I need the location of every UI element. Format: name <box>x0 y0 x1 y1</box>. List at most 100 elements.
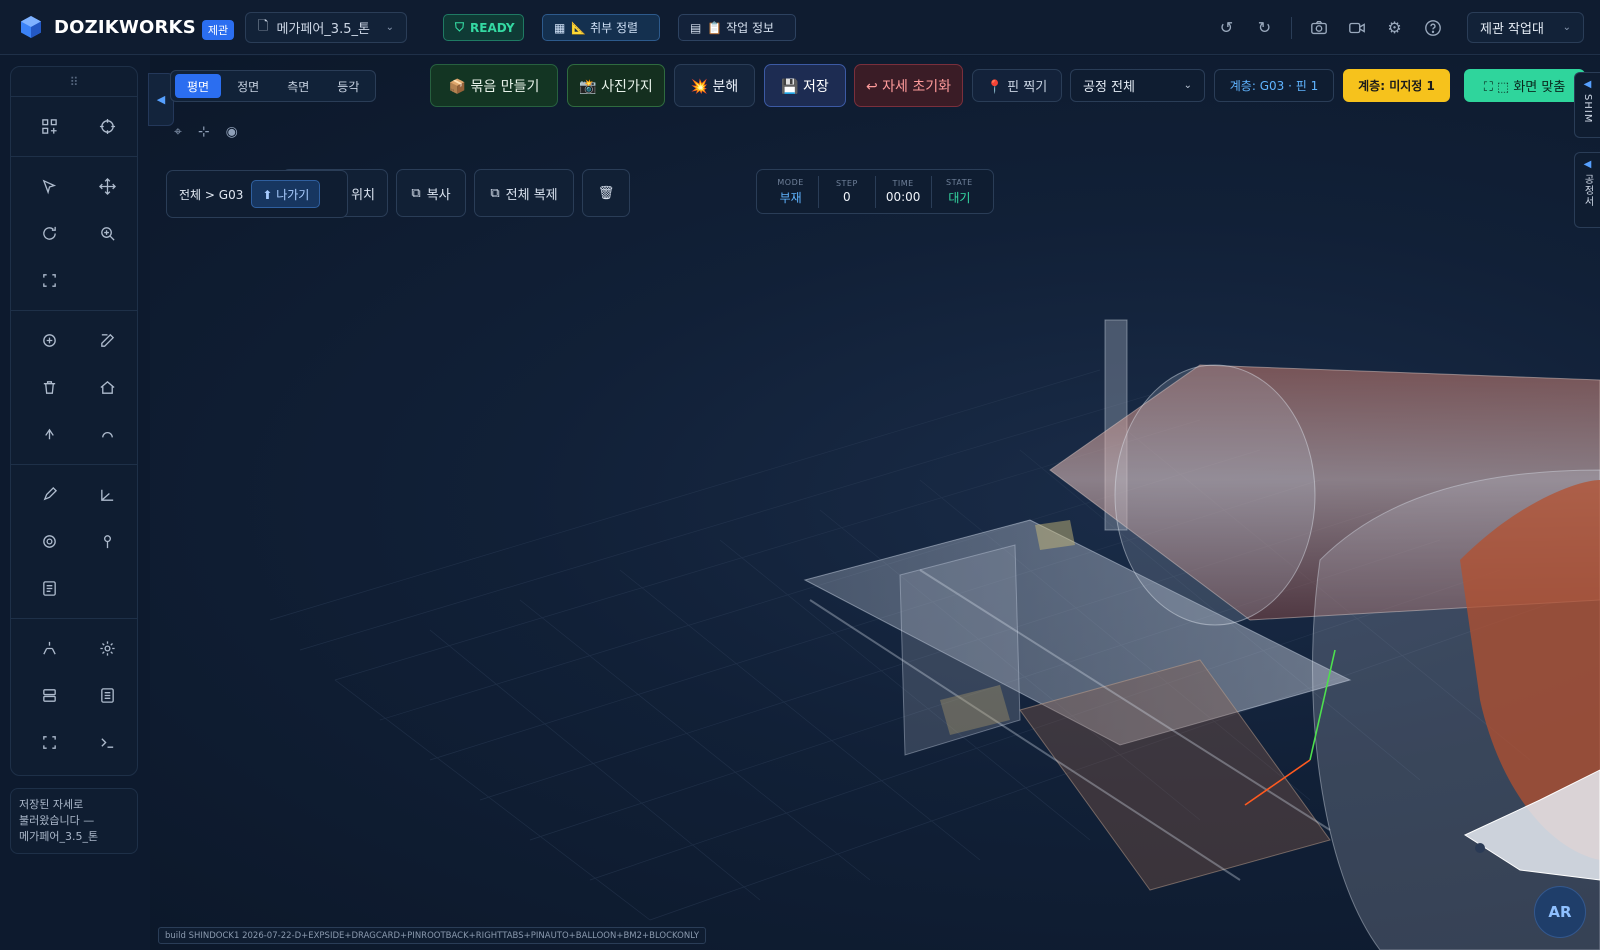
ar-button[interactable]: AR <box>1534 886 1586 938</box>
rotate-icon[interactable] <box>25 210 73 257</box>
add-circle-icon[interactable] <box>25 317 73 364</box>
zoom-icon[interactable] <box>83 210 131 257</box>
undo-icon[interactable]: ↺ <box>1215 16 1238 39</box>
snap-icon[interactable]: ⌖ <box>174 124 182 140</box>
move-icon[interactable] <box>83 163 131 210</box>
undefined-layer-badge[interactable]: 계층: 미지정 1 <box>1343 69 1450 102</box>
tab-shim[interactable]: ◀ SHIM <box>1574 72 1600 138</box>
crosshair-icon[interactable] <box>83 103 131 150</box>
status-line: 저장된 자세로 <box>19 798 84 811</box>
explode-button[interactable]: 💥 분해 <box>674 64 755 107</box>
drag-handle-icon[interactable]: ⠿ <box>11 67 137 97</box>
redo-icon[interactable]: ↻ <box>1253 16 1276 39</box>
file-select[interactable]: 🗋 메가페어_3.5_톤 ⌄ <box>245 12 407 43</box>
fullscreen-icon[interactable] <box>25 719 73 766</box>
tab-process-sheet[interactable]: ◀ 공정서 <box>1574 152 1600 228</box>
select-arrow-icon[interactable] <box>25 163 73 210</box>
camera-icon[interactable] <box>1307 16 1330 39</box>
copy-button[interactable]: ⧉ 복사 <box>396 169 466 217</box>
arrow-up-fork-icon[interactable] <box>25 411 73 458</box>
make-group-button[interactable]: 📦 묶음 만들기 <box>430 64 558 107</box>
hud-label: STATE <box>946 177 973 187</box>
view-mini-toolbar: ⌖ ⊹ ◉ <box>174 124 238 140</box>
frame-icon[interactable] <box>25 257 73 304</box>
server-icon[interactable] <box>25 672 73 719</box>
brand-badge: 제관 <box>201 19 235 40</box>
hud-value: 0 <box>843 190 851 204</box>
exit-group-button[interactable]: ⬆ 나가기 <box>251 180 321 208</box>
process-sheet-label: 공정서 <box>1582 174 1593 207</box>
copy-label: 복사 <box>426 187 451 203</box>
process-select-value: 공정 전체 <box>1083 80 1135 95</box>
shim-label: SHIM <box>1582 94 1593 124</box>
hud-time: TIME 00:00 <box>876 175 932 208</box>
hud-value: 00:00 <box>885 190 921 204</box>
ready-label: READY <box>470 20 515 35</box>
settings-gear-icon[interactable] <box>83 625 131 672</box>
status-hud: MODE 부재 STEP 0 TIME 00:00 STATE 대기 <box>756 169 994 214</box>
divider <box>1291 16 1292 39</box>
tool-group-edit <box>11 311 137 465</box>
add-grid-icon[interactable] <box>25 103 73 150</box>
layer-badge[interactable]: 계층: G03 · 핀 1 <box>1214 69 1334 102</box>
note-icon[interactable] <box>25 565 73 612</box>
pencil-icon[interactable] <box>25 471 73 518</box>
hud-label: STEP <box>835 179 858 188</box>
tab-front[interactable]: 정면 <box>225 74 271 98</box>
process-select[interactable]: 공정 전체 ⌄ <box>1070 69 1205 102</box>
tab-side[interactable]: 측면 <box>275 74 321 98</box>
pivot-icon[interactable]: ⊹ <box>198 124 210 140</box>
position-label: 위치 <box>351 187 375 203</box>
chevron-down-icon: ⌄ <box>1183 80 1192 91</box>
duplicate-all-button[interactable]: ⧉ 전체 복제 <box>474 169 574 217</box>
build-info: build SHINDOCK1 2026-07-22-D+EXPSIDE+DRA… <box>158 927 707 944</box>
pin-icon[interactable] <box>83 518 131 565</box>
tool-group-transform <box>11 157 137 311</box>
breadcrumb-path[interactable]: 전체 > G03 <box>179 186 243 203</box>
home-icon[interactable] <box>83 364 131 411</box>
chevron-left-icon: ◀ <box>156 93 166 106</box>
save-button[interactable]: 💾 저장 <box>764 64 846 107</box>
photo-button[interactable]: 📸 사진가지 <box>567 64 665 107</box>
delete-button[interactable]: 🗑 <box>582 169 630 217</box>
status-line: 불러왔습니다 — <box>19 814 95 827</box>
brand-logo[interactable]: DOZIKWORKS 제관 <box>18 14 235 40</box>
shield-icon: ⛉ <box>455 20 465 34</box>
hud-label: MODE <box>777 177 804 187</box>
edit-icon[interactable] <box>83 317 131 364</box>
workstation-select[interactable]: 제관 작업대 ⌄ <box>1467 12 1584 43</box>
tab-iso[interactable]: 등각 <box>325 74 371 98</box>
ready-badge: ⛉ READY <box>443 14 524 41</box>
trash-icon[interactable] <box>25 364 73 411</box>
duplicate-all-label: 전체 복제 <box>505 187 558 203</box>
arc-icon[interactable] <box>83 411 131 458</box>
copy-icon: ⧉ <box>490 185 500 201</box>
tool-group-system <box>11 619 137 772</box>
reset-pose-button[interactable]: ↩ 자세 초기화 <box>854 64 963 107</box>
hud-value: 부재 <box>779 190 802 205</box>
help-icon[interactable] <box>1421 16 1444 39</box>
list-icon[interactable] <box>83 672 131 719</box>
tool-group-measure <box>11 465 137 619</box>
align-button[interactable]: ▦ 📐 취부 정렬 <box>542 14 660 41</box>
chevron-left-icon: ◀ <box>1583 79 1592 90</box>
brand-name: DOZIKWORKS <box>54 16 196 38</box>
magnet-icon[interactable] <box>25 625 73 672</box>
work-info-button[interactable]: ▤ 📋 작업 정보 <box>678 14 796 41</box>
pin-button[interactable]: 📍 핀 찍기 <box>972 69 1062 102</box>
target-icon[interactable] <box>25 518 73 565</box>
angle-icon[interactable] <box>83 471 131 518</box>
trash-icon: 🗑 <box>597 185 615 201</box>
hud-state: STATE 대기 <box>932 176 987 208</box>
status-line: 메가페어_3.5_톤 <box>19 830 99 843</box>
gear-icon[interactable]: ⚙ <box>1383 16 1406 39</box>
terminal-icon[interactable] <box>83 719 131 766</box>
fit-screen-button[interactable]: ⛶ ⬚ 화면 맞춤 <box>1464 69 1585 102</box>
eye-icon[interactable]: ◉ <box>226 124 238 140</box>
hud-label: TIME <box>892 179 914 188</box>
chevron-left-icon: ◀ <box>1583 159 1592 170</box>
workstation-label: 제관 작업대 <box>1480 22 1544 37</box>
video-icon[interactable] <box>1345 16 1368 39</box>
hud-value: 대기 <box>948 190 971 205</box>
tab-plan[interactable]: 평면 <box>175 74 222 98</box>
